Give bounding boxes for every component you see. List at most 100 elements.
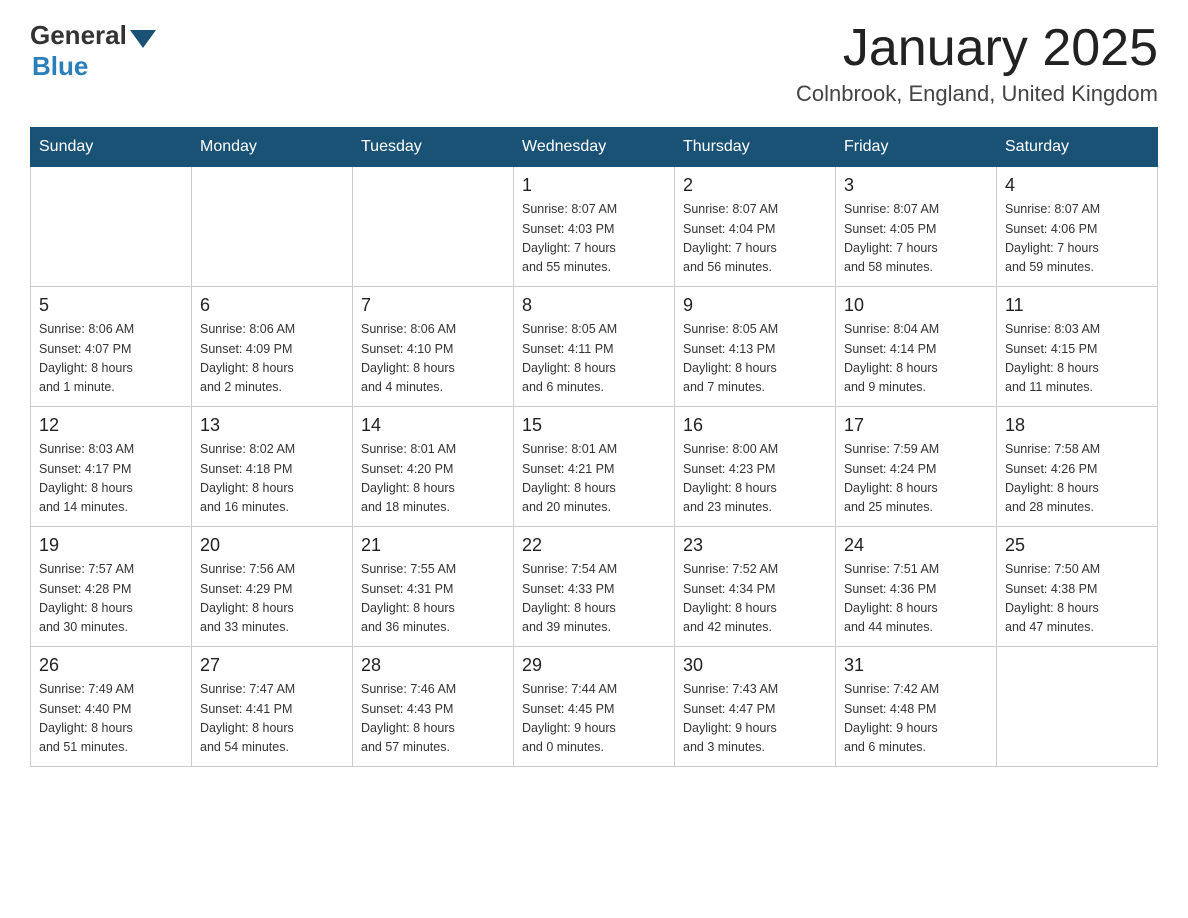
calendar-cell: 13 Sunrise: 8:02 AMSunset: 4:18 PMDayligh… bbox=[192, 407, 353, 527]
day-number: 17 bbox=[844, 415, 988, 436]
calendar-cell: 16Sunrise: 8:00 AMSunset: 4:23 PMDayligh… bbox=[675, 407, 836, 527]
day-number: 9 bbox=[683, 295, 827, 316]
day-number: 20 bbox=[200, 535, 344, 556]
day-number: 19 bbox=[39, 535, 183, 556]
title-section: January 2025 Colnbrook, England, United … bbox=[796, 20, 1158, 107]
day-info: Sunrise: 8:06 AMSunset: 4:09 PMDaylight:… bbox=[200, 320, 344, 398]
day-info: Sunrise: 7:52 AMSunset: 4:34 PMDaylight:… bbox=[683, 560, 827, 638]
day-info: Sunrise: 8:07 AMSunset: 4:04 PMDaylight:… bbox=[683, 200, 827, 278]
day-info: Sunrise: 8:05 AMSunset: 4:13 PMDaylight:… bbox=[683, 320, 827, 398]
calendar-cell: 4Sunrise: 8:07 AMSunset: 4:06 PMDaylight… bbox=[997, 167, 1158, 287]
day-info: Sunrise: 8:02 AMSunset: 4:18 PMDaylight:… bbox=[200, 440, 344, 518]
calendar-cell: 6 Sunrise: 8:06 AMSunset: 4:09 PMDaylight… bbox=[192, 287, 353, 407]
day-number: 22 bbox=[522, 535, 666, 556]
calendar-week-row: 19 Sunrise: 7:57 AMSunset: 4:28 PMDayligh… bbox=[31, 527, 1158, 647]
day-info: Sunrise: 7:57 AMSunset: 4:28 PMDaylight:… bbox=[39, 560, 183, 638]
calendar-cell bbox=[997, 647, 1158, 767]
calendar-header-row: SundayMondayTuesdayWednesdayThursdayFrid… bbox=[31, 128, 1158, 167]
day-number: 10 bbox=[844, 295, 988, 316]
calendar-cell: 14 Sunrise: 8:01 AMSunset: 4:20 PMDayligh… bbox=[353, 407, 514, 527]
day-info: Sunrise: 7:50 AMSunset: 4:38 PMDaylight:… bbox=[1005, 560, 1149, 638]
day-number: 28 bbox=[361, 655, 505, 676]
day-info: Sunrise: 7:43 AMSunset: 4:47 PMDaylight:… bbox=[683, 680, 827, 758]
day-number: 30 bbox=[683, 655, 827, 676]
calendar-cell: 30 Sunrise: 7:43 AMSunset: 4:47 PMDayligh… bbox=[675, 647, 836, 767]
day-info: Sunrise: 8:01 AMSunset: 4:20 PMDaylight:… bbox=[361, 440, 505, 518]
calendar-week-row: 1 Sunrise: 8:07 AMSunset: 4:03 PMDaylight… bbox=[31, 167, 1158, 287]
calendar-cell: 10 Sunrise: 8:04 AMSunset: 4:14 PMDayligh… bbox=[836, 287, 997, 407]
calendar-cell: 27 Sunrise: 7:47 AMSunset: 4:41 PMDayligh… bbox=[192, 647, 353, 767]
day-number: 8 bbox=[522, 295, 666, 316]
calendar-day-header: Friday bbox=[836, 128, 997, 167]
calendar-cell: 22Sunrise: 7:54 AMSunset: 4:33 PMDayligh… bbox=[514, 527, 675, 647]
day-number: 21 bbox=[361, 535, 505, 556]
calendar-cell bbox=[31, 167, 192, 287]
day-number: 15 bbox=[522, 415, 666, 436]
day-info: Sunrise: 8:03 AMSunset: 4:15 PMDaylight:… bbox=[1005, 320, 1149, 398]
day-info: Sunrise: 7:49 AMSunset: 4:40 PMDaylight:… bbox=[39, 680, 183, 758]
calendar-day-header: Saturday bbox=[997, 128, 1158, 167]
day-info: Sunrise: 8:06 AMSunset: 4:07 PMDaylight:… bbox=[39, 320, 183, 398]
calendar-day-header: Sunday bbox=[31, 128, 192, 167]
calendar-week-row: 5 Sunrise: 8:06 AMSunset: 4:07 PMDaylight… bbox=[31, 287, 1158, 407]
calendar-cell bbox=[192, 167, 353, 287]
day-info: Sunrise: 8:01 AMSunset: 4:21 PMDaylight:… bbox=[522, 440, 666, 518]
calendar-cell: 18 Sunrise: 7:58 AMSunset: 4:26 PMDayligh… bbox=[997, 407, 1158, 527]
calendar-cell: 17Sunrise: 7:59 AMSunset: 4:24 PMDayligh… bbox=[836, 407, 997, 527]
day-number: 11 bbox=[1005, 295, 1149, 316]
calendar-cell: 5 Sunrise: 8:06 AMSunset: 4:07 PMDaylight… bbox=[31, 287, 192, 407]
calendar-cell: 19 Sunrise: 7:57 AMSunset: 4:28 PMDayligh… bbox=[31, 527, 192, 647]
calendar-cell: 20 Sunrise: 7:56 AMSunset: 4:29 PMDayligh… bbox=[192, 527, 353, 647]
day-info: Sunrise: 8:07 AMSunset: 4:05 PMDaylight:… bbox=[844, 200, 988, 278]
day-number: 31 bbox=[844, 655, 988, 676]
calendar-cell: 9 Sunrise: 8:05 AMSunset: 4:13 PMDaylight… bbox=[675, 287, 836, 407]
day-info: Sunrise: 7:55 AMSunset: 4:31 PMDaylight:… bbox=[361, 560, 505, 638]
day-number: 23 bbox=[683, 535, 827, 556]
day-info: Sunrise: 8:06 AMSunset: 4:10 PMDaylight:… bbox=[361, 320, 505, 398]
calendar-cell: 26 Sunrise: 7:49 AMSunset: 4:40 PMDayligh… bbox=[31, 647, 192, 767]
calendar-cell: 11 Sunrise: 8:03 AMSunset: 4:15 PMDayligh… bbox=[997, 287, 1158, 407]
calendar-cell: 12Sunrise: 8:03 AMSunset: 4:17 PMDayligh… bbox=[31, 407, 192, 527]
calendar-day-header: Monday bbox=[192, 128, 353, 167]
day-info: Sunrise: 7:44 AMSunset: 4:45 PMDaylight:… bbox=[522, 680, 666, 758]
logo-general-text: General bbox=[30, 20, 127, 51]
logo-arrow-icon bbox=[130, 30, 156, 48]
day-info: Sunrise: 7:56 AMSunset: 4:29 PMDaylight:… bbox=[200, 560, 344, 638]
day-number: 26 bbox=[39, 655, 183, 676]
day-number: 12 bbox=[39, 415, 183, 436]
day-info: Sunrise: 7:46 AMSunset: 4:43 PMDaylight:… bbox=[361, 680, 505, 758]
calendar-day-header: Tuesday bbox=[353, 128, 514, 167]
day-number: 1 bbox=[522, 175, 666, 196]
calendar-cell: 8Sunrise: 8:05 AMSunset: 4:11 PMDaylight… bbox=[514, 287, 675, 407]
day-number: 4 bbox=[1005, 175, 1149, 196]
calendar-day-header: Thursday bbox=[675, 128, 836, 167]
day-info: Sunrise: 7:47 AMSunset: 4:41 PMDaylight:… bbox=[200, 680, 344, 758]
day-info: Sunrise: 7:58 AMSunset: 4:26 PMDaylight:… bbox=[1005, 440, 1149, 518]
day-number: 2 bbox=[683, 175, 827, 196]
calendar-cell: 28 Sunrise: 7:46 AMSunset: 4:43 PMDayligh… bbox=[353, 647, 514, 767]
calendar-cell: 1 Sunrise: 8:07 AMSunset: 4:03 PMDaylight… bbox=[514, 167, 675, 287]
calendar-cell: 24Sunrise: 7:51 AMSunset: 4:36 PMDayligh… bbox=[836, 527, 997, 647]
day-info: Sunrise: 8:00 AMSunset: 4:23 PMDaylight:… bbox=[683, 440, 827, 518]
day-number: 14 bbox=[361, 415, 505, 436]
day-number: 27 bbox=[200, 655, 344, 676]
day-number: 6 bbox=[200, 295, 344, 316]
day-info: Sunrise: 7:42 AMSunset: 4:48 PMDaylight:… bbox=[844, 680, 988, 758]
calendar-cell: 2 Sunrise: 8:07 AMSunset: 4:04 PMDaylight… bbox=[675, 167, 836, 287]
calendar-cell: 25Sunrise: 7:50 AMSunset: 4:38 PMDayligh… bbox=[997, 527, 1158, 647]
day-number: 13 bbox=[200, 415, 344, 436]
month-title: January 2025 bbox=[796, 20, 1158, 77]
logo-blue-text: Blue bbox=[32, 51, 88, 82]
page-header: General Blue January 2025 Colnbrook, Eng… bbox=[30, 20, 1158, 107]
day-number: 18 bbox=[1005, 415, 1149, 436]
calendar-cell: 31 Sunrise: 7:42 AMSunset: 4:48 PMDayligh… bbox=[836, 647, 997, 767]
day-info: Sunrise: 8:04 AMSunset: 4:14 PMDaylight:… bbox=[844, 320, 988, 398]
day-number: 5 bbox=[39, 295, 183, 316]
day-info: Sunrise: 8:07 AMSunset: 4:03 PMDaylight:… bbox=[522, 200, 666, 278]
day-info: Sunrise: 7:51 AMSunset: 4:36 PMDaylight:… bbox=[844, 560, 988, 638]
calendar-cell bbox=[353, 167, 514, 287]
calendar-cell: 15 Sunrise: 8:01 AMSunset: 4:21 PMDayligh… bbox=[514, 407, 675, 527]
calendar-cell: 23 Sunrise: 7:52 AMSunset: 4:34 PMDayligh… bbox=[675, 527, 836, 647]
calendar-day-header: Wednesday bbox=[514, 128, 675, 167]
calendar-cell: 21 Sunrise: 7:55 AMSunset: 4:31 PMDayligh… bbox=[353, 527, 514, 647]
